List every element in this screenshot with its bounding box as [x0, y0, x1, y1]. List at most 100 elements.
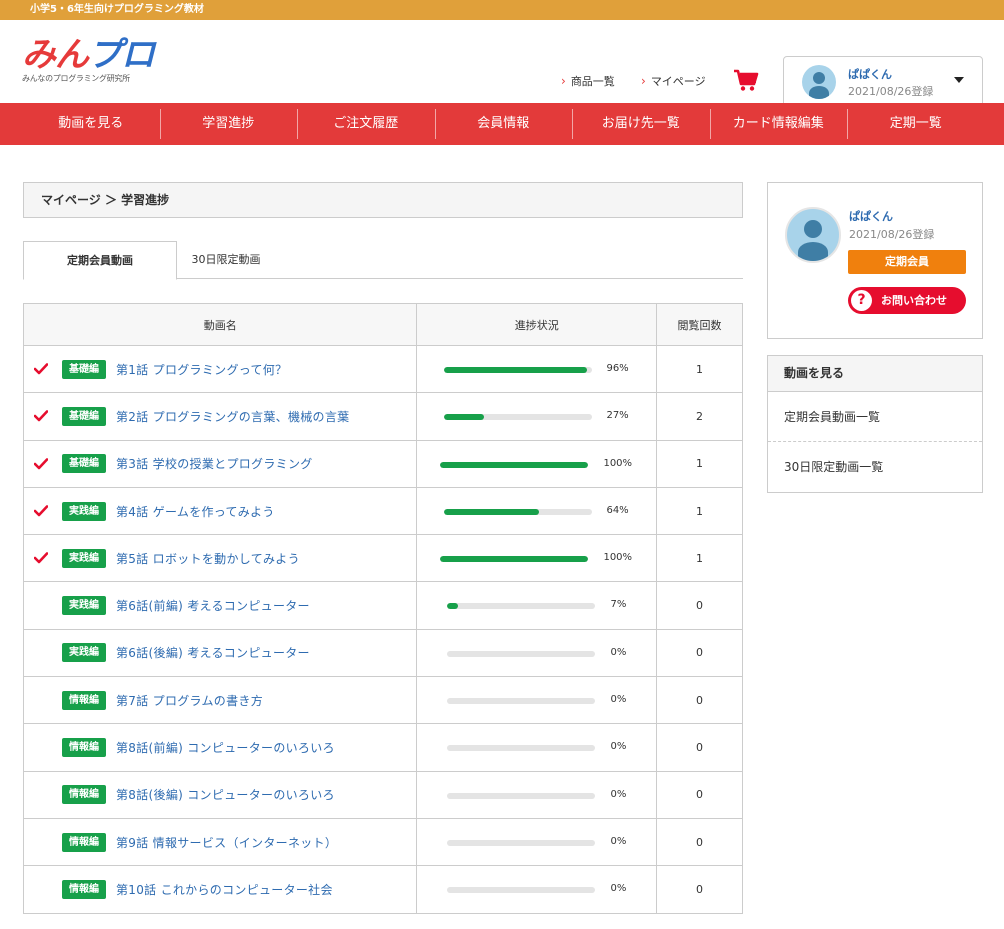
user-name: ぱぱくん — [848, 68, 892, 81]
progress-percent: 27% — [606, 410, 629, 422]
video-title-link[interactable]: 第5話 ロボットを動かしてみよう — [116, 550, 300, 567]
video-name-cell: 実践編 第6話(前編) 考えるコンピューター — [22, 581, 418, 630]
view-count: 1 — [656, 486, 743, 536]
logo-text-1: みん — [22, 36, 89, 74]
side-menu-item-30day-videos[interactable]: 30日限定動画一覧 — [768, 442, 982, 492]
chevron-right-icon: › — [561, 74, 566, 88]
progress-bar-fill — [440, 461, 589, 468]
member-status-badge[interactable]: 定期会員 — [848, 250, 966, 274]
category-badge: 情報編 — [62, 832, 106, 852]
table-row: 情報編 第8話(前編) コンピューターのいろいろ 0% 0 — [22, 723, 743, 772]
nav-item-member-info[interactable]: 会員情報 — [434, 103, 573, 145]
column-header-progress: 進捗状況 — [416, 303, 658, 346]
header-link-products-label: 商品一覧 — [570, 75, 615, 88]
category-badge: 情報編 — [62, 738, 106, 758]
progress-percent: 0% — [610, 694, 627, 706]
progress-percent: 0% — [610, 788, 627, 800]
progress-cell: 0% — [416, 817, 658, 867]
video-name-cell: 情報編 第7話 プログラムの書き方 — [22, 676, 418, 725]
nav-item-orders[interactable]: ご注文履歴 — [297, 103, 435, 145]
caret-down-icon — [954, 77, 964, 83]
side-menu-item-subscription-videos[interactable]: 定期会員動画一覧 — [768, 392, 982, 442]
progress-percent: 96% — [606, 363, 629, 374]
video-title-link[interactable]: 第1話 プログラミングって何？ — [116, 361, 287, 378]
video-title-link[interactable]: 第7話 プログラムの書き方 — [116, 692, 263, 709]
nav-item-progress[interactable]: 学習進捗 — [159, 103, 298, 145]
header: みんプロ みんなのプログラミング研究所 › 商品一覧 › マイページ ぱぱくん … — [0, 20, 1004, 107]
category-badge: 実践編 — [62, 501, 106, 521]
video-title-link[interactable]: 第2話 プログラミングの言葉、機械の言葉 — [116, 408, 349, 425]
tab-subscription-videos[interactable]: 定期会員動画 — [23, 241, 177, 280]
column-header-views: 閲覧回数 — [656, 303, 743, 346]
progress-percent: 64% — [606, 504, 629, 516]
main-nav: 動画を見る 学習進捗 ご注文履歴 会員情報 お届け先一覧 カード情報編集 定期一… — [0, 103, 1004, 145]
progress-percent: 100% — [603, 457, 633, 469]
progress-bar — [444, 367, 593, 373]
logo[interactable]: みんプロ みんなのプログラミング研究所 — [22, 35, 157, 95]
category-badge: 実践編 — [62, 643, 106, 663]
view-count: 0 — [656, 676, 743, 725]
video-name-cell: 基礎編 第1話 プログラミングって何？ — [22, 344, 418, 394]
video-title-link[interactable]: 第8話(後編) コンピューターのいろいろ — [116, 786, 335, 803]
header-link-mypage[interactable]: › マイページ — [641, 73, 706, 89]
category-badge: 基礎編 — [62, 406, 106, 426]
tab-30day-videos[interactable]: 30日限定動画 — [191, 241, 261, 279]
question-icon: ? — [851, 290, 872, 311]
video-title-link[interactable]: 第4話 ゲームを作ってみよう — [116, 503, 275, 520]
progress-percent: 0% — [610, 835, 627, 847]
side-menu: 動画を見る 定期会員動画一覧 30日限定動画一覧 — [767, 355, 983, 493]
contact-button[interactable]: ? お問い合わせ — [848, 287, 966, 314]
view-count: 0 — [656, 628, 743, 678]
check-icon — [34, 363, 48, 375]
video-name-cell: 情報編 第10話 これからのコンピューター社会 — [22, 865, 418, 914]
view-count: 2 — [656, 392, 743, 441]
video-title-link[interactable]: 第9話 情報サービス（インターネット） — [116, 834, 337, 851]
check-icon — [34, 505, 48, 517]
user-menu[interactable]: ぱぱくん 2021/08/26登録 — [783, 56, 983, 107]
progress-bar — [447, 698, 596, 705]
category-badge: 実践編 — [62, 596, 106, 616]
progress-percent: 0% — [610, 646, 627, 658]
video-name-cell: 基礎編 第2話 プログラミングの言葉、機械の言葉 — [22, 392, 418, 441]
check-icon — [34, 552, 48, 564]
video-title-link[interactable]: 第10話 これからのコンピューター社会 — [116, 881, 333, 898]
progress-cell: 0% — [416, 770, 658, 819]
check-icon — [34, 457, 48, 470]
nav-item-addresses[interactable]: お届け先一覧 — [572, 103, 710, 145]
progress-bar-fill — [447, 603, 458, 610]
view-count: 1 — [656, 344, 743, 394]
progress-cell: 100% — [416, 534, 658, 583]
table-row: 基礎編 第2話 プログラミングの言葉、機械の言葉 27% 2 — [22, 392, 743, 441]
cart-icon[interactable] — [733, 68, 759, 92]
progress-cell: 0% — [416, 723, 658, 772]
table-row: 実践編 第6話(後編) 考えるコンピューター 0% 0 — [22, 628, 743, 678]
video-title-link[interactable]: 第6話(前編) 考えるコンピューター — [116, 597, 310, 614]
nav-item-card-edit[interactable]: カード情報編集 — [709, 103, 848, 145]
table-row: 情報編 第9話 情報サービス（インターネット） 0% 0 — [22, 817, 743, 867]
progress-bar — [440, 556, 589, 563]
progress-bar — [447, 650, 596, 657]
header-link-products[interactable]: › 商品一覧 — [561, 73, 615, 89]
video-title-link[interactable]: 第6話(後編) 考えるコンピューター — [116, 644, 310, 661]
view-count: 0 — [656, 865, 743, 914]
nav-item-subscription[interactable]: 定期一覧 — [847, 103, 985, 145]
chevron-right-icon: › — [641, 74, 646, 88]
progress-cell: 0% — [416, 676, 658, 725]
view-count: 0 — [656, 817, 743, 867]
top-banner: 小学5・6年生向けプログラミング教材 — [0, 0, 1004, 20]
progress-bar — [444, 508, 593, 515]
view-count: 1 — [656, 439, 743, 488]
progress-bar — [440, 461, 589, 468]
video-title-link[interactable]: 第3話 学校の授業とプログラミング — [116, 455, 313, 472]
table-row: 情報編 第8話(後編) コンピューターのいろいろ 0% 0 — [22, 770, 743, 819]
view-count: 1 — [656, 534, 743, 583]
video-name-cell: 実践編 第6話(後編) 考えるコンピューター — [22, 628, 418, 678]
progress-bar — [447, 792, 596, 799]
video-name-cell: 実践編 第4話 ゲームを作ってみよう — [22, 486, 418, 536]
video-title-link[interactable]: 第8話(前編) コンピューターのいろいろ — [116, 739, 335, 756]
category-badge: 基礎編 — [62, 454, 106, 474]
progress-cell: 100% — [416, 439, 658, 488]
nav-item-videos[interactable]: 動画を見る — [22, 103, 160, 145]
avatar-icon — [785, 207, 841, 263]
video-name-cell: 情報編 第9話 情報サービス（インターネット） — [22, 817, 418, 867]
